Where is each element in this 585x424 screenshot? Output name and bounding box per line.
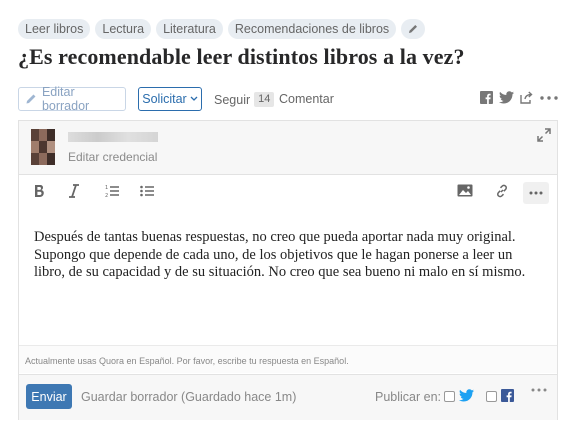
user-name-blurred <box>68 132 158 142</box>
twitter-icon[interactable] <box>499 91 514 104</box>
italic-icon <box>69 184 79 198</box>
expand-icon[interactable] <box>537 128 551 142</box>
format-toolbar: 1 2 <box>19 175 557 211</box>
toolbar-more-button[interactable] <box>523 182 549 204</box>
topic-pill[interactable]: Leer libros <box>18 19 91 39</box>
publish-on-label: Publicar en: <box>375 390 442 404</box>
follow-count-badge: 14 <box>254 92 275 107</box>
topic-pill[interactable]: Recomendaciones de libros <box>227 19 397 39</box>
request-label: Solicitar <box>142 92 187 106</box>
topic-pill[interactable]: Literatura <box>156 19 223 39</box>
topic-list: Leer libros Lectura Literatura Recomenda… <box>18 19 426 39</box>
insert-image-button[interactable] <box>457 184 473 197</box>
bullet-list-icon <box>140 185 154 197</box>
twitter-publish-checkbox[interactable] <box>444 391 455 402</box>
comment-button[interactable]: Comentar <box>279 92 334 106</box>
follow-button[interactable]: Seguir 14 <box>214 92 275 107</box>
question-actions: Editar borrador Solicitar Seguir 14 Come… <box>18 85 558 113</box>
answer-editor: Editar credencial 1 2 Después de tantas … <box>18 120 558 420</box>
question-title: ¿Es recomendable leer distintos libros a… <box>18 44 465 69</box>
credential-bar: Editar credencial <box>19 121 557 175</box>
send-button[interactable]: Enviar <box>26 384 72 409</box>
edit-draft-label: Editar borrador <box>41 85 90 113</box>
answer-text-area[interactable]: Después de tantas buenas respuestas, no … <box>34 229 534 282</box>
share-icon[interactable] <box>520 91 534 104</box>
insert-link-button[interactable] <box>495 184 509 198</box>
bold-button[interactable] <box>33 184 45 198</box>
edit-topics-button[interactable] <box>401 19 426 39</box>
bullet-list-button[interactable] <box>140 184 154 198</box>
italic-button[interactable] <box>68 184 80 198</box>
facebook-publish-checkbox[interactable] <box>486 391 497 402</box>
facebook-icon[interactable] <box>480 91 493 104</box>
edit-credential-link[interactable]: Editar credencial <box>68 150 157 164</box>
link-icon <box>497 184 507 198</box>
image-icon <box>457 184 473 197</box>
bold-icon <box>35 185 44 197</box>
facebook-icon <box>501 389 514 402</box>
share-actions <box>480 91 558 104</box>
ordered-list-button[interactable]: 1 2 <box>105 184 119 198</box>
language-hint: Actualmente usas Quora en Español. Por f… <box>19 345 557 373</box>
avatar <box>31 129 55 165</box>
ordered-list-icon: 1 2 <box>105 185 119 198</box>
chevron-down-icon <box>190 96 198 101</box>
pencil-icon <box>409 25 418 33</box>
twitter-icon <box>459 389 474 402</box>
follow-label: Seguir <box>214 92 251 107</box>
editor-footer: Enviar Guardar borrador (Guardado hace 1… <box>19 374 557 420</box>
svg-text:2: 2 <box>105 193 108 198</box>
edit-draft-button[interactable]: Editar borrador <box>18 85 126 113</box>
more-icon[interactable] <box>531 388 547 392</box>
topic-pill[interactable]: Lectura <box>95 19 152 39</box>
more-icon[interactable] <box>540 95 558 100</box>
pencil-icon <box>26 94 36 104</box>
more-icon <box>529 191 543 195</box>
svg-text:1: 1 <box>105 185 108 191</box>
save-draft-link[interactable]: Guardar borrador (Guardado hace 1m) <box>81 390 296 404</box>
request-button[interactable]: Solicitar <box>138 87 202 111</box>
